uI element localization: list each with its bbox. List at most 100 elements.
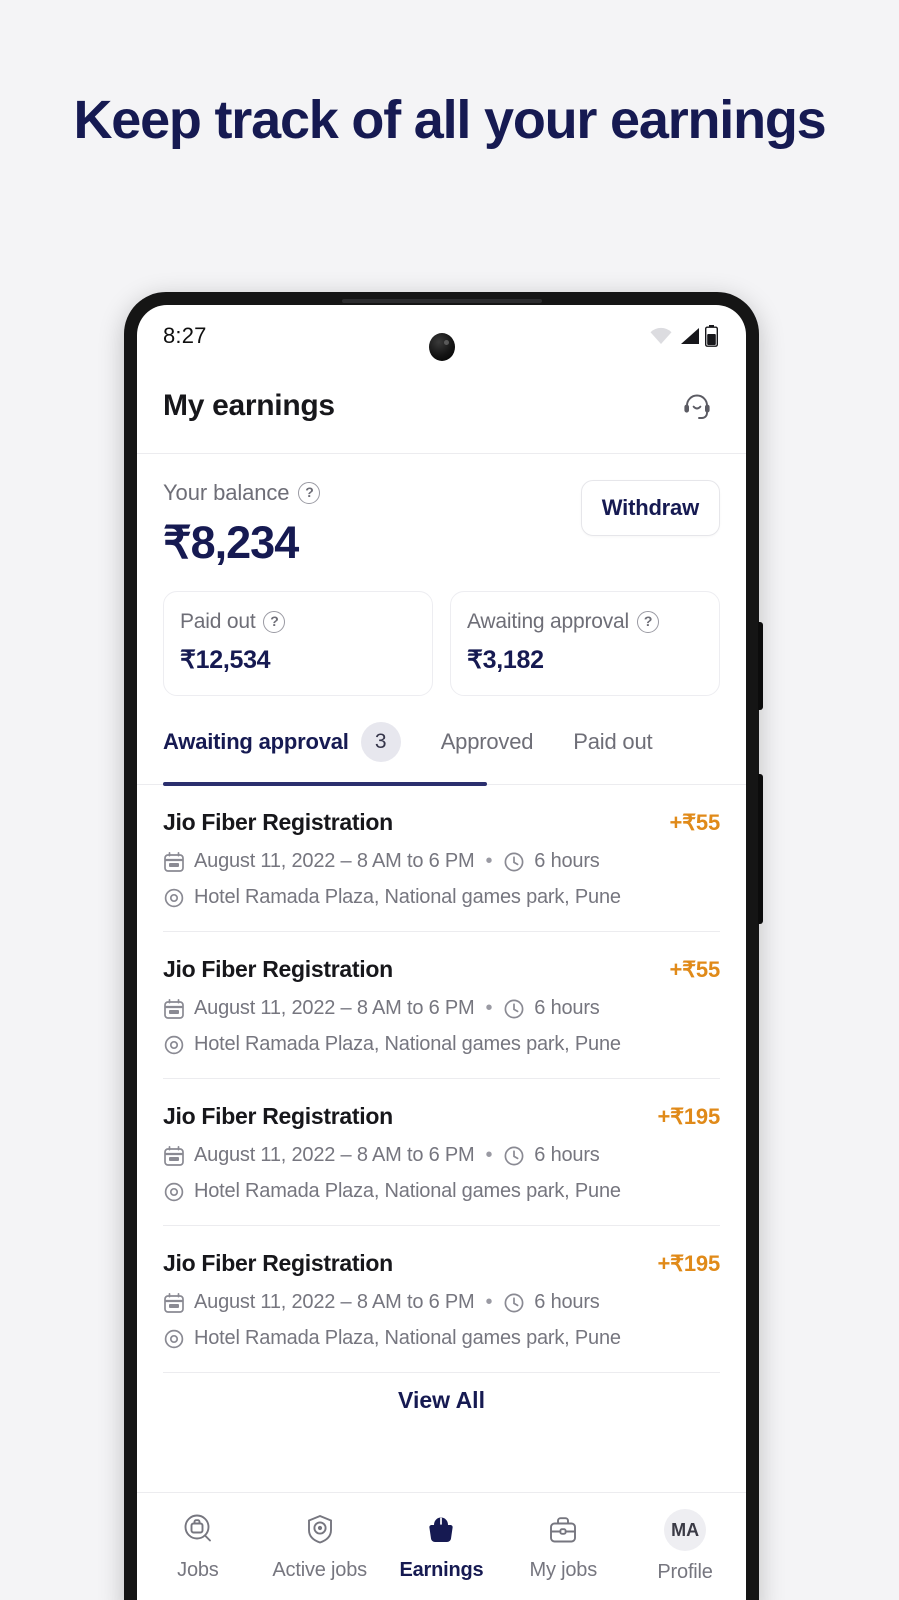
balance-label: Your balance — [163, 480, 290, 505]
item-title: Jio Fiber Registration — [163, 1250, 393, 1276]
stat-label-row: Awaiting approval ? — [467, 610, 703, 634]
balance-block: Your balance ? ₹8,234 — [163, 480, 321, 569]
item-date: August 11, 2022 – 8 AM to 6 PM — [194, 997, 475, 1019]
stat-value: ₹12,534 — [180, 646, 271, 674]
item-duration: 6 hours — [534, 1144, 600, 1166]
tab-label: Approved — [440, 729, 534, 754]
app-header: My earnings — [137, 367, 746, 454]
item-amount: +₹55 — [669, 957, 720, 982]
headset-icon[interactable] — [676, 385, 718, 427]
status-time: 8:27 — [163, 323, 207, 348]
item-location: Hotel Ramada Plaza, National games park,… — [194, 886, 621, 908]
tab-approved[interactable]: Approved — [441, 729, 534, 777]
phone-mockup: 8:27 My earnings Your balance ? ₹8,234 W… — [124, 292, 763, 1600]
nav-item-active-jobs[interactable]: Active jobs — [264, 1509, 376, 1582]
phone-side-button-power[interactable] — [758, 774, 763, 924]
briefcase-icon — [543, 1509, 583, 1549]
view-all-link[interactable]: View All — [163, 1373, 720, 1414]
status-icons — [649, 325, 718, 347]
item-amount: +₹55 — [669, 810, 720, 835]
nav-item-earnings[interactable]: Earnings — [385, 1509, 497, 1582]
earnings-tabs: Awaiting approval 3 Approved Paid out — [137, 696, 746, 786]
item-meta: August 11, 2022 – 8 AM to 6 PM • 6 hours — [163, 850, 720, 873]
clock-icon — [503, 1145, 525, 1167]
battery-icon — [705, 325, 718, 347]
item-date: August 11, 2022 – 8 AM to 6 PM — [194, 1144, 475, 1166]
meta-separator: • — [485, 1144, 493, 1166]
item-meta: August 11, 2022 – 8 AM to 6 PM • 6 hours — [163, 997, 720, 1020]
earpiece-speaker — [341, 299, 542, 303]
item-amount: +₹195 — [657, 1251, 720, 1276]
stat-card-paid-out[interactable]: Paid out ? ₹12,534 — [163, 591, 433, 696]
item-duration: 6 hours — [534, 1291, 600, 1313]
meta-separator: • — [485, 850, 493, 872]
nav-label: Active jobs — [272, 1559, 367, 1581]
calendar-icon — [163, 998, 185, 1020]
nav-item-jobs[interactable]: Jobs — [142, 1509, 254, 1582]
bottom-navigation: Jobs Active jobs Earnings My jobs MA Pro… — [137, 1492, 746, 1600]
item-meta: August 11, 2022 – 8 AM to 6 PM • 6 hours — [163, 1144, 720, 1167]
location-pin-icon — [163, 1328, 185, 1350]
stats-row: Paid out ? ₹12,534 Awaiting approval ? ₹… — [137, 569, 746, 696]
item-location: Hotel Ramada Plaza, National games park,… — [194, 1327, 621, 1349]
item-location: Hotel Ramada Plaza, National games park,… — [194, 1033, 621, 1055]
balance-section: Your balance ? ₹8,234 Withdraw — [137, 454, 746, 569]
phone-side-button-volume[interactable] — [758, 622, 763, 710]
earnings-bag-icon — [421, 1509, 461, 1549]
item-amount: +₹195 — [657, 1104, 720, 1129]
help-icon[interactable]: ? — [263, 611, 286, 633]
location-pin-icon — [163, 1034, 185, 1056]
nav-label: My jobs — [529, 1559, 598, 1581]
avatar: MA — [664, 1509, 707, 1551]
item-date: August 11, 2022 – 8 AM to 6 PM — [194, 850, 475, 872]
stat-label-row: Paid out ? — [180, 610, 416, 634]
stat-value: ₹3,182 — [467, 646, 544, 674]
list-item[interactable]: Jio Fiber Registration +₹55 August 11, 2… — [163, 932, 720, 1079]
tab-label: Paid out — [573, 729, 653, 754]
help-icon[interactable]: ? — [637, 611, 659, 633]
tab-awaiting-approval[interactable]: Awaiting approval 3 — [163, 722, 401, 784]
nav-label: Earnings — [399, 1559, 484, 1581]
status-bar: 8:27 — [137, 305, 746, 367]
list-item[interactable]: Jio Fiber Registration +₹195 August 11, … — [163, 1079, 720, 1226]
active-shield-icon — [300, 1509, 340, 1549]
item-location-row: Hotel Ramada Plaza, National games park,… — [163, 1033, 720, 1056]
item-location-row: Hotel Ramada Plaza, National games park,… — [163, 886, 720, 909]
nav-label: Profile — [657, 1561, 713, 1583]
location-pin-icon — [163, 1181, 185, 1203]
tab-label: Awaiting approval — [163, 729, 349, 754]
nav-item-profile[interactable]: MA Profile — [629, 1509, 741, 1584]
meta-separator: • — [485, 997, 493, 1019]
item-meta: August 11, 2022 – 8 AM to 6 PM • 6 hours — [163, 1291, 720, 1314]
item-duration: 6 hours — [534, 850, 600, 872]
item-location-row: Hotel Ramada Plaza, National games park,… — [163, 1180, 720, 1203]
item-duration: 6 hours — [534, 997, 600, 1019]
earnings-list: Jio Fiber Registration +₹55 August 11, 2… — [137, 785, 746, 1414]
wifi-icon — [649, 327, 673, 345]
calendar-icon — [163, 851, 185, 873]
withdraw-button[interactable]: Withdraw — [580, 480, 720, 536]
clock-icon — [503, 998, 525, 1020]
balance-amount: ₹8,234 — [163, 517, 299, 568]
phone-screen: 8:27 My earnings Your balance ? ₹8,234 W… — [137, 305, 746, 1600]
help-icon[interactable]: ? — [298, 482, 321, 504]
nav-label: Jobs — [177, 1559, 219, 1581]
clock-icon — [503, 1292, 525, 1314]
stat-label: Paid out — [180, 610, 256, 633]
item-title: Jio Fiber Registration — [163, 956, 393, 982]
stat-label: Awaiting approval — [467, 610, 629, 633]
page-headline: Keep track of all your earnings — [73, 90, 826, 150]
list-item[interactable]: Jio Fiber Registration +₹195 August 11, … — [163, 1226, 720, 1373]
calendar-icon — [163, 1292, 185, 1314]
stat-card-awaiting-approval[interactable]: Awaiting approval ? ₹3,182 — [450, 591, 720, 696]
meta-separator: • — [485, 1291, 493, 1313]
item-title: Jio Fiber Registration — [163, 1103, 393, 1129]
item-location-row: Hotel Ramada Plaza, National games park,… — [163, 1327, 720, 1350]
item-date: August 11, 2022 – 8 AM to 6 PM — [194, 1291, 475, 1313]
nav-item-my-jobs[interactable]: My jobs — [507, 1509, 619, 1582]
list-item[interactable]: Jio Fiber Registration +₹55 August 11, 2… — [163, 785, 720, 932]
tab-paid-out[interactable]: Paid out — [573, 729, 652, 777]
balance-label-row: Your balance ? — [163, 480, 321, 506]
active-tab-indicator — [163, 782, 487, 786]
item-title: Jio Fiber Registration — [163, 809, 393, 835]
